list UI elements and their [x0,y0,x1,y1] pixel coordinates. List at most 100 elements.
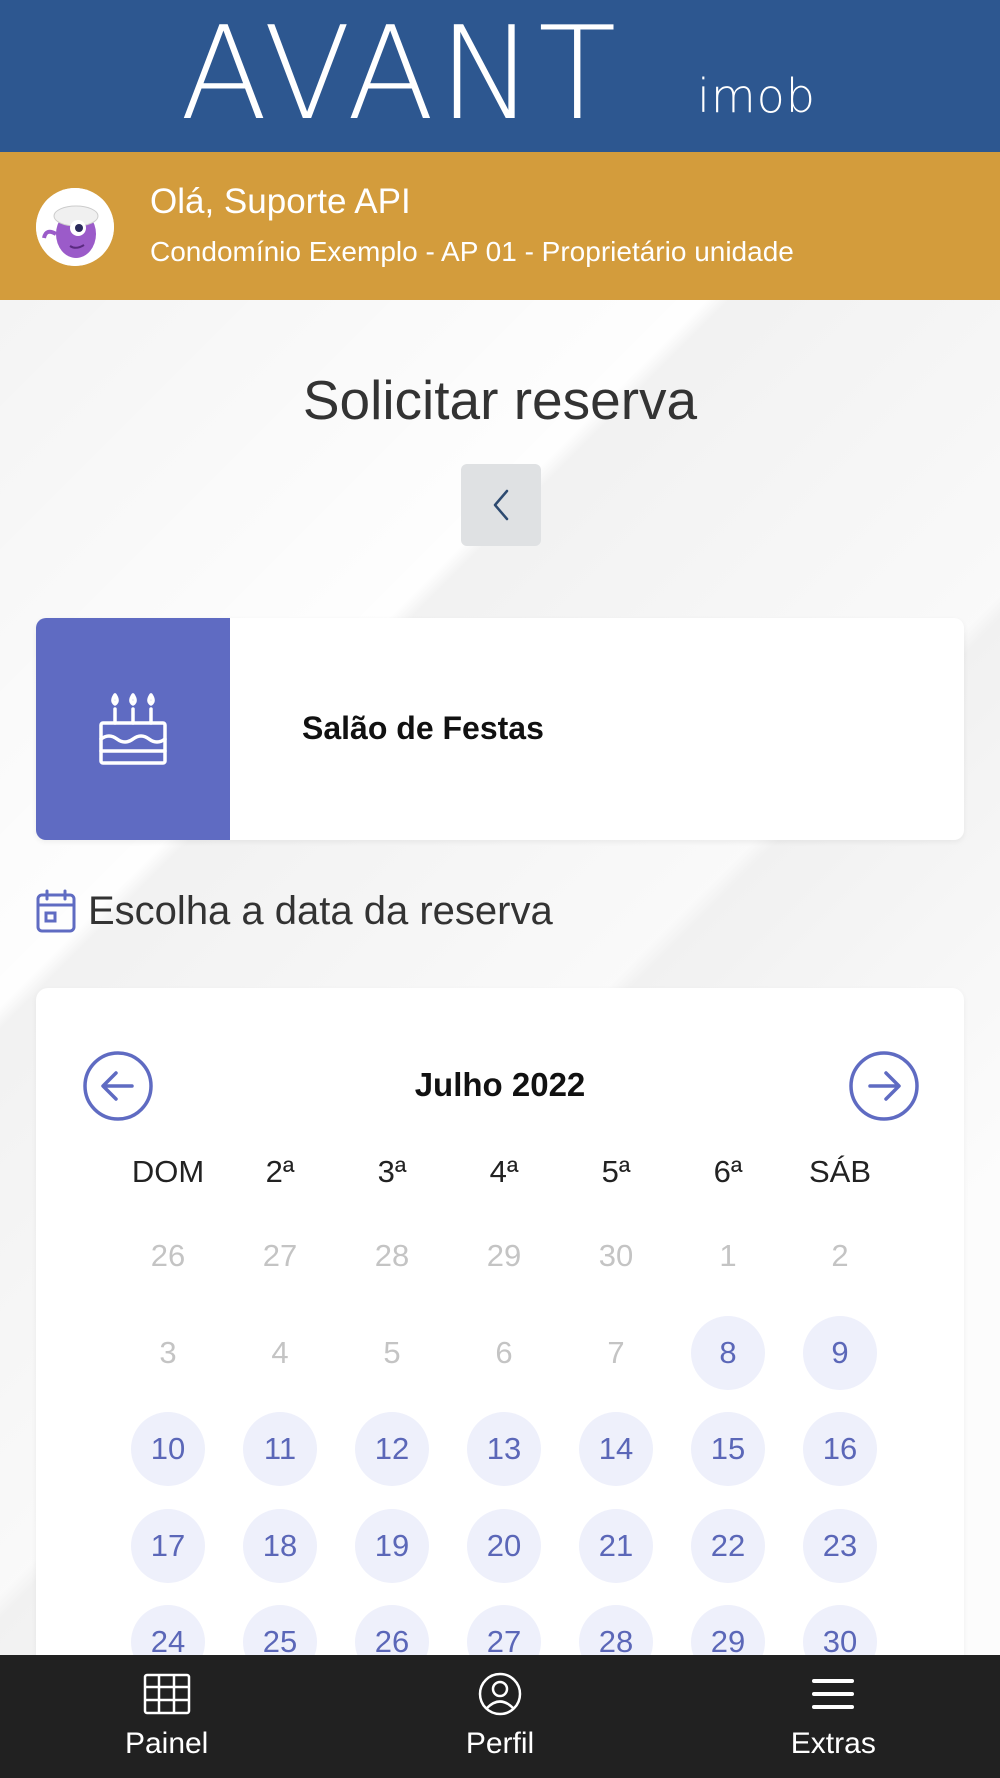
back-button[interactable] [461,464,541,546]
calendar-day-number: 6 [495,1334,513,1370]
weekday-label: 4ª [489,1154,519,1189]
weekday-label: 5ª [601,1154,631,1189]
nav-item-painel[interactable]: Painel [0,1655,333,1778]
calendar-day-number: 3 [159,1334,177,1370]
calendar-day-number: 21 [579,1508,653,1583]
calendar-day-disabled: 7 [560,1305,672,1402]
facility-card[interactable]: Salão de Festas [36,618,964,840]
nav-label: Extras [790,1727,876,1760]
facility-icon-box [36,618,230,840]
nav-item-extras[interactable]: Extras [667,1655,1000,1778]
calendar-day-number: 8 [691,1315,765,1390]
purple-monster-avatar-icon [36,188,114,266]
calendar-day-number: 19 [355,1508,429,1583]
weekday-label: DOM [131,1154,205,1189]
calendar-day-available[interactable]: 16 [784,1401,896,1498]
calendar-day-number: 1 [719,1238,737,1274]
calendar-day-number: 11 [243,1412,317,1487]
calendar-day-available[interactable]: 14 [560,1401,672,1498]
calendar-day-disabled: 27 [224,1208,336,1305]
avatar[interactable] [36,188,114,266]
calendar-day-available[interactable]: 12 [336,1401,448,1498]
calendar-day-number: 17 [131,1508,205,1583]
calendar-day-disabled: 3 [112,1305,224,1402]
calendar-day-number: 4 [271,1334,289,1370]
facility-name: Salão de Festas [302,710,544,746]
calendar-day-number: 28 [374,1238,410,1274]
logo-sub-text: imob [697,69,816,123]
calendar-day-number: 14 [579,1412,653,1487]
weekday-header: DOM 2ª 3ª 4ª 5ª 6ª SÁB [112,1154,896,1190]
calendar-day-number: 12 [355,1412,429,1487]
next-month-button[interactable] [848,1050,920,1122]
calendar-day-disabled: 5 [336,1305,448,1402]
calendar-day-number: 5 [383,1334,401,1370]
calendar-day-disabled: 26 [112,1208,224,1305]
weekday-label: SÁB [808,1154,872,1189]
calendar-day-number: 27 [262,1238,298,1274]
calendar-day-number: 23 [803,1508,877,1583]
calendar-day-available[interactable]: 8 [672,1305,784,1402]
app-header: AVANT imob [0,0,1000,152]
calendar-day-available[interactable]: 17 [112,1498,224,1595]
greeting-text: Olá, Suporte API [150,182,411,221]
calendar-day-available[interactable]: 9 [784,1305,896,1402]
calendar-day-available[interactable]: 18 [224,1498,336,1595]
calendar-day-disabled: 30 [560,1208,672,1305]
choose-date-heading: Escolha a data da reserva [36,886,553,936]
calendar-icon [36,889,76,933]
birthday-cake-icon [99,693,167,765]
calendar-day-number: 9 [803,1315,877,1390]
calendar-day-number: 13 [467,1412,541,1487]
user-circle-icon [478,1672,522,1716]
calendar-day-available[interactable]: 11 [224,1401,336,1498]
calendar-day-disabled: 6 [448,1305,560,1402]
calendar-day-number: 15 [691,1412,765,1487]
calendar-day-available[interactable]: 13 [448,1401,560,1498]
calendar-day-disabled: 4 [224,1305,336,1402]
calendar-week-row: 17 18 19 20 21 22 23 [112,1498,896,1595]
calendar-day-number: 22 [691,1508,765,1583]
calendar-day-number: 2 [831,1238,849,1274]
nav-label: Perfil [465,1727,535,1760]
calendar-day-available[interactable]: 23 [784,1498,896,1595]
calendar-week-row: 10 11 12 13 14 15 16 [112,1401,896,1498]
page-title: Solicitar reserva [302,369,698,431]
calendar-day-available[interactable]: 10 [112,1401,224,1498]
avant-logo: AVANT imob [180,11,820,141]
calendar-day-available[interactable]: 20 [448,1498,560,1595]
hamburger-menu-icon [812,1679,855,1709]
nav-label: Painel [124,1727,209,1760]
user-bar: Olá, Suporte API Condomínio Exemplo - AP… [0,152,1000,300]
calendar-week-row: 3 4 5 6 7 89 [112,1305,896,1402]
calendar-day-number: 18 [243,1508,317,1583]
calendar-day-available[interactable]: 19 [336,1498,448,1595]
calendar-day-number: 30 [598,1238,634,1274]
calendar-week-row: 26 27 28 29 30 1 2 [112,1208,896,1305]
calendar-grid: 26 27 28 29 30 1 2 3 4 5 6 7 8 9 10 11 12 13 14 15 16 17 18 19 2… [112,1208,896,1691]
unit-text: Condomínio Exemplo - AP 01 - Proprietári… [150,236,794,267]
calendar-card: Julho 2022 DOM 2ª 3ª 4ª 5ª 6ª SÁB 26 27 28… [36,988,964,1688]
calendar-day-number: 26 [150,1238,186,1274]
arrow-right-circle-icon [849,1051,919,1121]
calendar-day-number: 10 [131,1412,205,1487]
weekday-label: 2ª [265,1154,295,1189]
calendar-day-disabled: 1 [672,1208,784,1305]
nav-item-perfil[interactable]: Perfil [333,1655,666,1778]
weekday-label: 3ª [377,1154,407,1189]
calendar-day-available[interactable]: 21 [560,1498,672,1595]
calendar-day-disabled: 28 [336,1208,448,1305]
chevron-left-icon [493,489,509,521]
bottom-navigation: Painel Perfil Extras [0,1655,1000,1778]
choose-date-label: Escolha a data da reserva [88,888,553,933]
calendar-day-number: 7 [607,1334,625,1370]
calendar-day-disabled: 2 [784,1208,896,1305]
calendar-day-available[interactable]: 22 [672,1498,784,1595]
calendar-day-available[interactable]: 15 [672,1401,784,1498]
calendar-day-disabled: 29 [448,1208,560,1305]
logo-main-text: AVANT [180,0,621,149]
calendar-day-number: 16 [803,1412,877,1487]
calendar-day-number: 20 [467,1508,541,1583]
weekday-label: 6ª [713,1154,743,1189]
calendar-day-number: 29 [486,1238,522,1274]
